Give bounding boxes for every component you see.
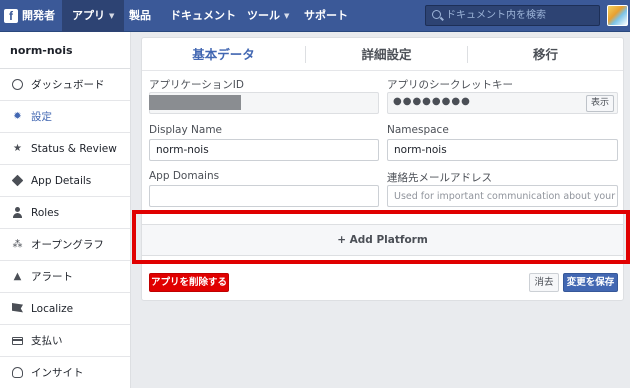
sidebar-item-alerts[interactable]: ▲ アラート: [0, 261, 130, 293]
sidebar-item-label: アラート: [31, 271, 73, 283]
search-placeholder: ドキュメント内を検索: [446, 10, 546, 21]
nav-docs-label: ドキュメント: [170, 9, 236, 22]
contact-email-label: 連絡先メールアドレス: [387, 172, 492, 184]
highlight-box: [132, 210, 630, 264]
app-id-redacted: [149, 95, 241, 110]
nav-support[interactable]: サポート: [294, 0, 358, 32]
save-button[interactable]: 変更を保存: [563, 273, 618, 292]
search-box[interactable]: ドキュメント内を検索: [425, 5, 600, 26]
bulb-icon: [12, 367, 23, 378]
cancel-button[interactable]: 消去: [529, 273, 559, 292]
nav-tools-label: ツール: [247, 9, 280, 22]
sidebar-item-payments[interactable]: 支払い: [0, 325, 130, 357]
sidebar-item-status-review[interactable]: ★ Status & Review: [0, 133, 130, 165]
sidebar-item-label: 支払い: [31, 335, 63, 347]
nav-products-label: 製品: [129, 9, 151, 22]
app-id-label: アプリケーションID: [149, 79, 244, 91]
app-secret-masked: ●●●●●●●●: [393, 96, 471, 107]
sidebar-item-label: Roles: [31, 206, 60, 219]
sidebar-item-label: 設定: [31, 111, 52, 123]
sidebar-item-app-details[interactable]: App Details: [0, 165, 130, 197]
app-domains-input[interactable]: [149, 185, 379, 207]
nav-apps[interactable]: アプリ ▼: [62, 0, 125, 32]
tab-advanced[interactable]: 詳細設定: [306, 38, 467, 71]
chevron-down-icon: ▼: [284, 12, 290, 20]
flag-icon: [12, 303, 23, 313]
nav-products[interactable]: 製品: [119, 0, 161, 32]
card-icon: [12, 337, 23, 345]
star-icon: ★: [13, 143, 22, 154]
namespace-label: Namespace: [387, 124, 449, 136]
tab-migrations[interactable]: 移行: [468, 38, 623, 71]
sidebar-item-label: Localize: [31, 302, 74, 315]
sidebar-item-localize[interactable]: Localize: [0, 293, 130, 325]
tab-basic[interactable]: 基本データ: [142, 38, 305, 71]
gear-icon: ✹: [13, 111, 22, 122]
sidebar-item-open-graph[interactable]: ⁂ オープングラフ: [0, 229, 130, 261]
search-icon: [432, 10, 441, 19]
nav-tools[interactable]: ツール ▼: [237, 0, 299, 32]
dashboard-icon: [12, 79, 23, 90]
sidebar-item-insights[interactable]: インサイト: [0, 357, 130, 388]
display-name-label: Display Name: [149, 124, 223, 136]
nav-docs[interactable]: ドキュメント: [160, 0, 246, 32]
nav-support-label: サポート: [304, 9, 348, 22]
contact-email-input[interactable]: [387, 185, 618, 207]
facebook-logo-icon[interactable]: f: [4, 9, 18, 23]
sidebar-item-label: ダッシュボード: [31, 79, 105, 91]
cube-icon: [11, 174, 24, 187]
namespace-input[interactable]: [387, 139, 618, 161]
user-icon: [12, 207, 23, 218]
top-navbar: f 開発者 アプリ ▼ 製品 ドキュメント ツール ▼ サポート ドキュメント内を検…: [0, 0, 630, 32]
sidebar-item-dashboard[interactable]: ダッシュボード: [0, 69, 130, 101]
sidebar-item-settings[interactable]: ✹ 設定: [0, 101, 130, 133]
chevron-down-icon: ▼: [109, 12, 115, 20]
show-secret-button[interactable]: 表示: [586, 95, 614, 112]
display-name-input[interactable]: [149, 139, 379, 161]
sidebar-item-roles[interactable]: Roles: [0, 197, 130, 229]
app-secret-label: アプリのシークレットキー: [387, 79, 513, 91]
alert-icon: ▲: [13, 271, 22, 282]
sidebar-item-label: Status & Review: [31, 142, 117, 155]
sidebar: norm-nois ダッシュボード ✹ 設定 ★ Status & Review…: [0, 32, 131, 388]
nav-apps-label: アプリ: [72, 9, 105, 22]
graph-icon: ⁂: [12, 239, 23, 250]
sidebar-item-label: App Details: [31, 174, 92, 187]
sidebar-item-label: オープングラフ: [31, 239, 104, 251]
sidebar-item-label: インサイト: [31, 367, 84, 379]
sidebar-app-name[interactable]: norm-nois: [0, 32, 130, 69]
avatar[interactable]: [607, 5, 628, 26]
delete-app-button[interactable]: アプリを削除する: [149, 273, 229, 292]
app-domains-label: App Domains: [149, 170, 220, 182]
developers-brand[interactable]: 開発者: [22, 0, 55, 32]
settings-tabs: 基本データ 詳細設定 移行: [142, 38, 623, 71]
